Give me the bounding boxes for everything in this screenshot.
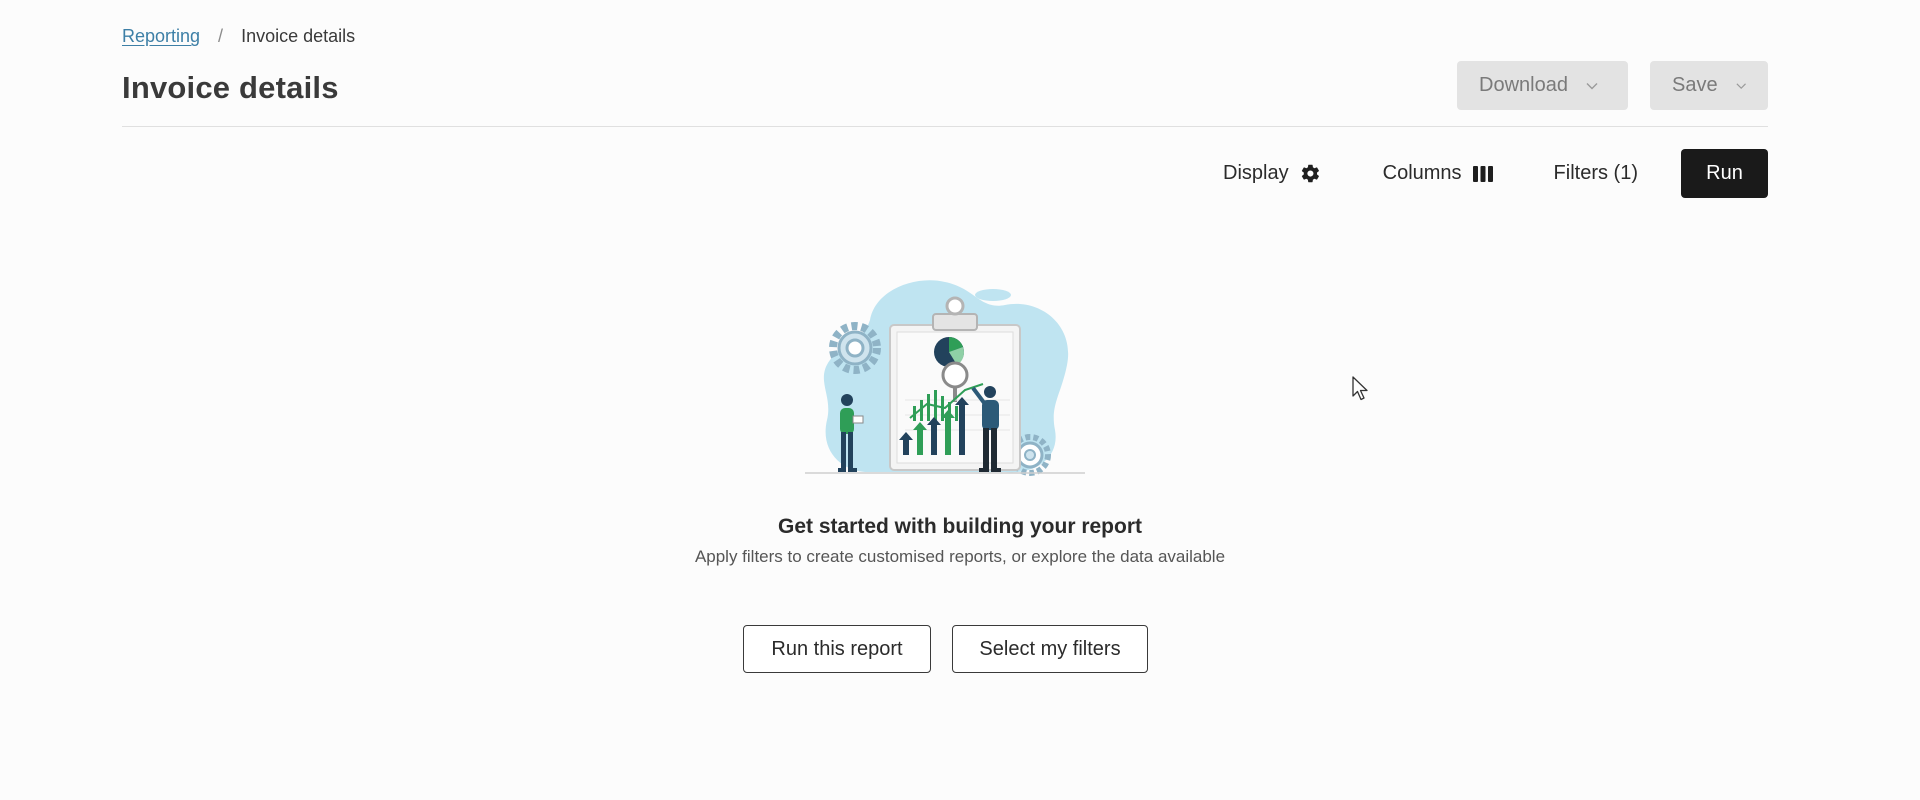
report-illustration bbox=[805, 280, 1085, 476]
gear-icon bbox=[1300, 163, 1321, 184]
display-button[interactable]: Display bbox=[1223, 162, 1321, 185]
display-label: Display bbox=[1223, 162, 1289, 184]
chevron-down-icon bbox=[1736, 82, 1746, 89]
report-toolbar: Display Columns Filters (1) Run bbox=[1223, 149, 1768, 198]
run-button[interactable]: Run bbox=[1681, 149, 1768, 198]
report-page: Reporting / Invoice details Invoice deta… bbox=[0, 0, 1920, 800]
columns-button[interactable]: Columns bbox=[1383, 162, 1493, 185]
filters-button[interactable]: Filters (1) bbox=[1554, 162, 1638, 185]
empty-state-actions: Run this report Select my filters bbox=[743, 625, 1148, 673]
select-my-filters-button[interactable]: Select my filters bbox=[952, 625, 1148, 673]
breadcrumb: Reporting / Invoice details bbox=[122, 26, 355, 47]
mouse-cursor-icon bbox=[1352, 376, 1368, 401]
run-this-report-button[interactable]: Run this report bbox=[743, 625, 931, 673]
columns-icon bbox=[1472, 165, 1493, 182]
download-button-label: Download bbox=[1479, 74, 1568, 96]
chevron-down-icon bbox=[1586, 82, 1598, 89]
save-button-label: Save bbox=[1672, 74, 1718, 96]
page-title: Invoice details bbox=[122, 70, 339, 105]
header-divider bbox=[122, 126, 1768, 127]
save-button[interactable]: Save bbox=[1650, 61, 1768, 110]
breadcrumb-link-reporting[interactable]: Reporting bbox=[122, 26, 200, 47]
header-actions: Download Save bbox=[1457, 61, 1768, 110]
download-button[interactable]: Download bbox=[1457, 61, 1628, 110]
breadcrumb-separator: / bbox=[218, 26, 224, 46]
breadcrumb-current: Invoice details bbox=[241, 26, 356, 46]
empty-state-title: Get started with building your report bbox=[777, 515, 1142, 538]
empty-state-subtitle: Apply filters to create customised repor… bbox=[694, 547, 1226, 566]
filters-label: Filters (1) bbox=[1553, 162, 1638, 184]
columns-label: Columns bbox=[1382, 162, 1462, 184]
